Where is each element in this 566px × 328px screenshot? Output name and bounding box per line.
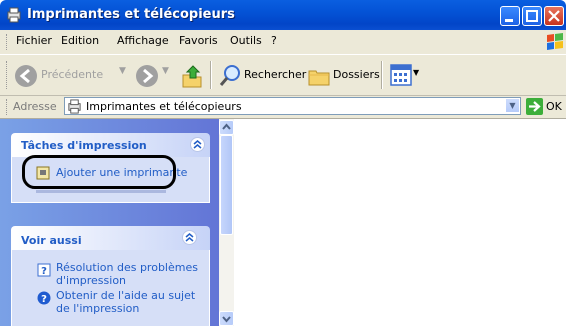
- address-value: Imprimantes et télécopieurs: [86, 100, 242, 113]
- collapse-chevron-icon[interactable]: [190, 137, 205, 152]
- toolbar-grip: [6, 61, 10, 89]
- search-icon[interactable]: [218, 64, 242, 88]
- scroll-up-button[interactable]: [219, 120, 234, 135]
- address-dropdown-icon[interactable]: ▼: [505, 98, 520, 113]
- highlight-oval: [22, 155, 176, 189]
- forward-dropdown-icon[interactable]: ▼: [162, 66, 169, 76]
- chevron-up-icon: [222, 123, 231, 130]
- close-button[interactable]: [544, 6, 564, 26]
- printers-fax-icon: [68, 99, 81, 114]
- minimize-button[interactable]: [500, 6, 520, 26]
- see-also-header[interactable]: Voir aussi: [11, 226, 210, 250]
- up-folder-icon[interactable]: [180, 63, 204, 89]
- back-dropdown-icon[interactable]: ▼: [119, 66, 126, 76]
- address-grip: [6, 99, 10, 115]
- scroll-thumb[interactable]: [220, 135, 233, 235]
- help-circle-icon: ?: [37, 291, 51, 305]
- folders-button-label[interactable]: Dossiers: [333, 68, 380, 81]
- svg-text:?: ?: [41, 294, 47, 305]
- scroll-down-button[interactable]: [219, 311, 234, 326]
- close-icon: [548, 10, 560, 22]
- troubleshooting-link[interactable]: Résolution des problèmes d'impression: [56, 261, 204, 287]
- menu-favoris[interactable]: Favoris: [179, 34, 218, 47]
- toolbar-separator: [381, 61, 383, 89]
- windows-logo-icon: [547, 33, 563, 50]
- menu-outils[interactable]: Outils: [230, 34, 262, 47]
- toolbar-separator: [210, 61, 212, 89]
- menu-fichier[interactable]: Fichier: [16, 34, 52, 47]
- printers-fax-icon: [7, 7, 21, 23]
- views-dropdown-icon[interactable]: ▼: [413, 68, 419, 77]
- forward-arrow-icon[interactable]: [135, 64, 159, 88]
- back-arrow-icon[interactable]: [14, 64, 38, 88]
- menu-grip: [6, 34, 10, 50]
- search-button-label[interactable]: Rechercher: [244, 68, 306, 81]
- go-arrow-icon[interactable]: [526, 98, 543, 115]
- menu-help[interactable]: ?: [271, 34, 277, 47]
- hidden-task-row: [36, 190, 166, 193]
- collapse-chevron-icon[interactable]: [182, 230, 197, 245]
- maximize-button[interactable]: [522, 6, 542, 26]
- maximize-icon: [526, 10, 538, 22]
- svg-text:?: ?: [41, 266, 47, 277]
- chevron-down-icon: [222, 316, 231, 323]
- help-icon: ?: [37, 263, 51, 277]
- minimize-icon: [505, 19, 513, 22]
- window-title: Imprimantes et télécopieurs: [27, 7, 235, 22]
- print-tasks-header[interactable]: Tâches d'impression: [11, 133, 210, 157]
- back-button-label[interactable]: Précédente: [41, 68, 103, 81]
- menu-affichage[interactable]: Affichage: [117, 34, 169, 47]
- address-label: Adresse: [13, 100, 57, 113]
- content-area[interactable]: [234, 119, 566, 326]
- go-button-label[interactable]: OK: [546, 100, 562, 113]
- printing-help-link[interactable]: Obtenir de l'aide au sujet de l'impressi…: [56, 289, 206, 315]
- print-tasks-title: Tâches d'impression: [21, 139, 147, 152]
- see-also-title: Voir aussi: [21, 234, 82, 247]
- menu-edition[interactable]: Edition: [61, 34, 99, 47]
- folders-icon[interactable]: [307, 64, 331, 88]
- views-icon[interactable]: [390, 63, 412, 87]
